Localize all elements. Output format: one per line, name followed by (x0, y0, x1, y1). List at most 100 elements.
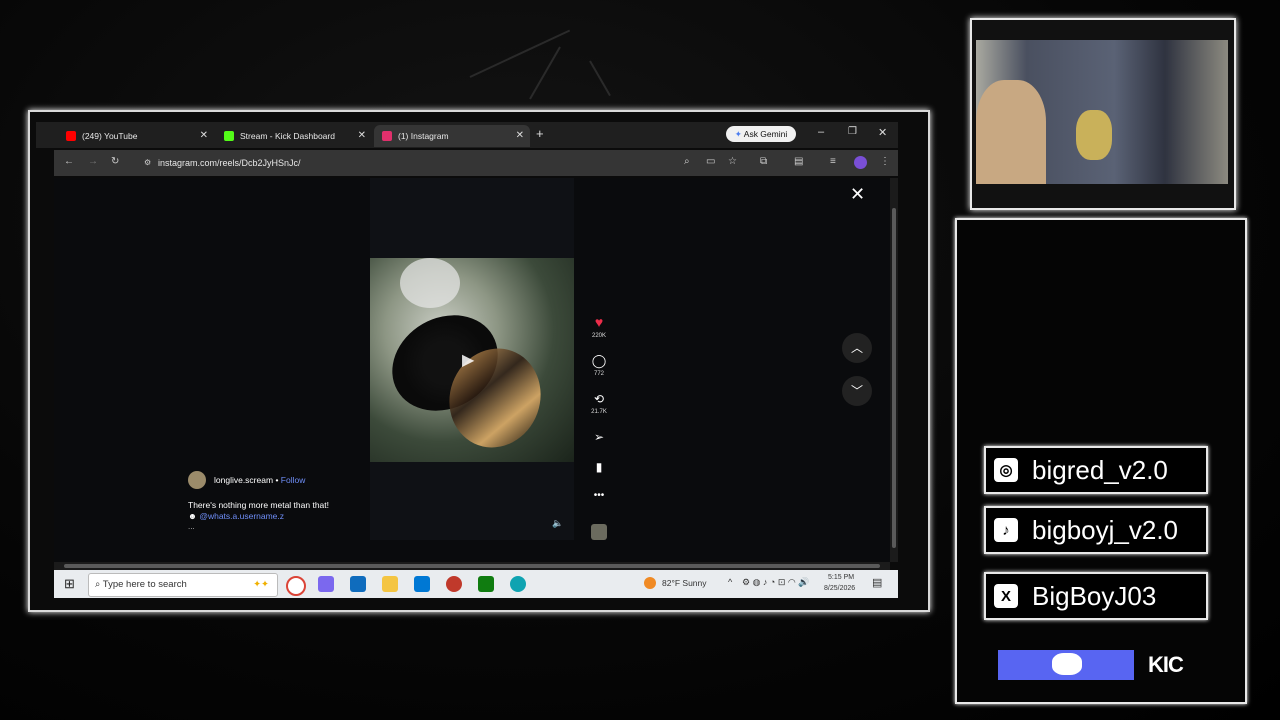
webcam-feed (976, 40, 1228, 184)
previous-reel-button[interactable]: ︿ (842, 333, 872, 363)
scrollbar-thumb[interactable] (892, 208, 896, 548)
close-icon[interactable]: ✕ (358, 130, 366, 141)
profile-avatar[interactable] (854, 156, 867, 169)
copilot-icon[interactable] (318, 576, 334, 592)
extensions-icon[interactable]: ⧉ (760, 156, 767, 167)
restore-button[interactable]: ❐ (848, 126, 857, 137)
social-handle: bigboyj_v2.0 (1032, 514, 1178, 545)
scrollbar-thumb[interactable] (64, 564, 880, 568)
side-panel-icon[interactable]: ▤ (794, 156, 803, 167)
horizontal-scrollbar[interactable] (54, 562, 890, 570)
repost-count: 21.7K (591, 409, 607, 415)
separator: • (275, 475, 279, 485)
discord-icon (1052, 653, 1082, 675)
sparkle-icon: ✦ (734, 129, 742, 139)
weather-icon (644, 577, 656, 589)
repost-button[interactable]: ⟲ 21.7K (588, 390, 610, 415)
avatar[interactable] (188, 471, 206, 489)
heart-icon: ♥ (594, 314, 604, 330)
next-reel-button[interactable]: ﹀ (842, 376, 872, 406)
tab-instagram[interactable]: (1) Instagram ✕ (374, 125, 530, 147)
chrome-icon[interactable] (286, 576, 306, 596)
play-icon[interactable]: ▶ (462, 350, 474, 370)
clock-time[interactable]: 5:15 PM (828, 574, 854, 581)
background-lamp (1076, 110, 1112, 160)
weather-text[interactable]: 82°F Sunny (662, 578, 707, 588)
emoji-icon: ☻ (188, 511, 197, 521)
reel-caption: There's nothing more metal than that! (188, 500, 330, 510)
close-icon[interactable]: ✕ (200, 130, 208, 141)
url-text: instagram.com/reels/Dcb2JyHSnJc/ (158, 158, 301, 168)
instagram-icon: ◎ (994, 458, 1018, 482)
tab-label: Stream - Kick Dashboard (240, 131, 335, 141)
ask-gemini-label: Ask Gemini (743, 129, 788, 139)
tray-icons[interactable]: ⚙ ◍ ♪ ◔ ⊡ ◠ 🔊 (742, 577, 809, 588)
url-bar[interactable]: ⚙ instagram.com/reels/Dcb2JyHSnJc/ (138, 153, 678, 173)
mute-icon[interactable]: 🔈 (552, 518, 563, 529)
back-icon[interactable]: ← (64, 156, 74, 167)
site-info-icon[interactable]: ⚙ (144, 153, 151, 173)
reel-author-line: longlive.scream • Follow (214, 475, 305, 485)
bookmark-star-icon[interactable]: ☆ (728, 156, 737, 167)
username-link[interactable]: longlive.scream (214, 475, 273, 485)
tab-kick-dashboard[interactable]: Stream - Kick Dashboard ✕ (216, 125, 372, 147)
streamer-figure (976, 80, 1046, 184)
more-options-icon[interactable]: ••• (588, 490, 610, 501)
search-placeholder: Type here to search (102, 579, 187, 590)
mention-link[interactable]: @whats.a.username.z (199, 511, 284, 521)
social-x: X BigBoyJ03 (984, 572, 1208, 620)
social-handle: bigred_v2.0 (1032, 454, 1168, 485)
tray-overflow-icon[interactable]: ^ (728, 577, 732, 587)
windows-start-icon[interactable]: ⊞ (64, 576, 75, 592)
taskbar-search-input[interactable]: ⌕ Type here to search ✦✦ (88, 573, 278, 597)
new-tab-button[interactable]: + (536, 126, 544, 141)
tab-label: (249) YouTube (82, 131, 138, 141)
minimize-button[interactable]: – (818, 126, 824, 138)
like-button[interactable]: ♥ 220K (588, 314, 610, 339)
comment-count: 772 (593, 371, 604, 377)
discord-banner (998, 650, 1134, 680)
like-count: 220K (591, 333, 606, 339)
social-tiktok: ♪ bigboyj_v2.0 (984, 506, 1208, 554)
audio-thumbnail[interactable] (591, 524, 607, 540)
x-icon: X (994, 584, 1018, 608)
mention-line: ☻ @whats.a.username.z (188, 511, 284, 521)
repost-icon: ⟲ (593, 392, 605, 406)
file-explorer-icon[interactable] (382, 576, 398, 592)
menu-kebab-icon[interactable]: ⋮ (880, 156, 890, 167)
tab-label: (1) Instagram (398, 131, 449, 141)
edge-icon[interactable] (510, 576, 526, 592)
tab-youtube[interactable]: (249) YouTube ✕ (58, 125, 214, 147)
vertical-scrollbar[interactable] (890, 178, 898, 562)
chrysalis-shell (400, 258, 460, 308)
search-icon: ⌕ (95, 579, 101, 590)
cast-icon[interactable]: ▭ (706, 156, 715, 167)
caption-more[interactable]: ... (188, 522, 195, 531)
outlook-icon[interactable] (350, 576, 366, 592)
reel-video[interactable]: ▶ (370, 258, 574, 462)
media-icon[interactable]: ≡ (830, 156, 836, 167)
microsoft-store-icon[interactable] (414, 576, 430, 592)
tiktok-icon: ♪ (994, 518, 1018, 542)
windows-taskbar: ⊞ ⌕ Type here to search ✦✦ 82°F Sunny ^ … (54, 570, 898, 598)
instagram-icon (382, 131, 392, 141)
reload-icon[interactable]: ↻ (111, 156, 119, 167)
xbox-icon[interactable] (478, 576, 494, 592)
notification-icon[interactable]: ▤ (872, 576, 882, 589)
save-bookmark-icon[interactable]: ▮ (588, 460, 610, 474)
window-close-button[interactable]: ✕ (878, 126, 887, 139)
comment-icon: ◯ (591, 353, 607, 368)
ask-gemini-button[interactable]: ✦ Ask Gemini (726, 126, 796, 142)
share-icon[interactable]: ➢ (588, 430, 610, 444)
kick-logo: KIC (1148, 652, 1184, 677)
close-reel-icon[interactable]: ✕ (850, 184, 865, 205)
webcam-frame (970, 18, 1236, 210)
follow-button[interactable]: Follow (281, 475, 306, 485)
forward-icon[interactable]: → (88, 156, 98, 167)
obs-icon[interactable] (446, 576, 462, 592)
address-toolbar: ← → ↻ ⚙ instagram.com/reels/Dcb2JyHSnJc/… (54, 150, 898, 176)
clock-date[interactable]: 8/25/2026 (824, 585, 855, 592)
close-icon[interactable]: ✕ (516, 130, 524, 141)
comment-button[interactable]: ◯ 772 (588, 352, 610, 377)
zoom-icon[interactable]: ⌕ (684, 156, 690, 167)
